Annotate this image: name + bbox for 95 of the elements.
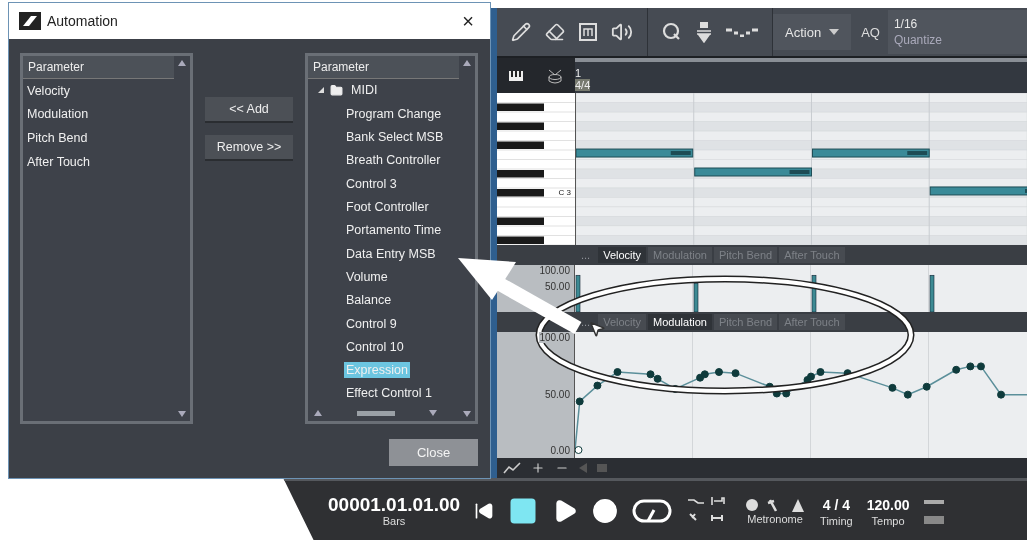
tree-item[interactable]: Foot Controller bbox=[344, 198, 431, 215]
automation-point[interactable] bbox=[966, 362, 975, 371]
tree-item[interactable]: Program Change bbox=[344, 105, 444, 122]
quantize-icon[interactable] bbox=[662, 22, 682, 42]
automation-point[interactable] bbox=[952, 365, 961, 374]
automation-point[interactable] bbox=[997, 390, 1006, 399]
tree-item[interactable]: Control 9 bbox=[344, 315, 399, 332]
dialog-button[interactable]: << Add bbox=[205, 97, 293, 123]
scroll-up-icon[interactable] bbox=[463, 60, 471, 66]
drum-icon[interactable] bbox=[547, 67, 563, 84]
tree-item[interactable]: Balance bbox=[344, 292, 394, 309]
time-display: 00001.01.01.00 bbox=[328, 494, 461, 515]
automation-point[interactable] bbox=[575, 446, 583, 454]
pattern-icon[interactable] bbox=[726, 27, 758, 37]
scale-label: 100.00 bbox=[539, 332, 570, 343]
tree-folder[interactable]: MIDI bbox=[308, 78, 459, 103]
time-unit-label: Bars bbox=[382, 514, 406, 527]
automation-point[interactable] bbox=[646, 370, 655, 379]
timing-label: Timing bbox=[820, 514, 853, 527]
automation-point[interactable] bbox=[903, 390, 912, 399]
list-item[interactable]: After Touch bbox=[25, 153, 92, 170]
tree-item[interactable]: Data Entry MSB bbox=[344, 245, 438, 262]
velocity-bar[interactable] bbox=[693, 282, 699, 312]
record-button[interactable] bbox=[592, 497, 619, 524]
line-tool-icon[interactable] bbox=[503, 462, 521, 474]
scroll-up-icon[interactable] bbox=[178, 60, 186, 66]
tempo-label: Tempo bbox=[871, 514, 905, 527]
automation-point[interactable] bbox=[782, 389, 791, 398]
metronome-label: Metronome bbox=[747, 512, 803, 525]
pencil-icon[interactable] bbox=[511, 22, 531, 42]
list-item[interactable]: Velocity bbox=[25, 82, 73, 99]
automation-point[interactable] bbox=[731, 369, 740, 378]
tree-item[interactable]: Effect Control 1 bbox=[344, 385, 434, 402]
tempo-value[interactable]: 120.00 bbox=[866, 494, 910, 515]
midi-note[interactable] bbox=[694, 167, 812, 177]
piano-keyboard-drawing[interactable] bbox=[497, 102, 575, 245]
bar-number: 1 bbox=[575, 67, 582, 79]
lane-tab[interactable]: Modulation bbox=[648, 314, 712, 330]
dialog-button[interactable]: Remove >> bbox=[205, 135, 293, 161]
midi-note[interactable] bbox=[812, 148, 930, 158]
scroll-down-icon[interactable] bbox=[463, 411, 471, 417]
automation-point[interactable] bbox=[700, 370, 709, 379]
scroll-right-icon[interactable] bbox=[429, 410, 437, 417]
action-menu[interactable]: Action bbox=[773, 14, 852, 50]
keyboard-icon[interactable] bbox=[509, 70, 523, 81]
scroll-down-icon[interactable] bbox=[178, 411, 186, 417]
list-header: Parameter bbox=[308, 56, 459, 79]
close-button[interactable]: × bbox=[456, 8, 480, 34]
folder-icon bbox=[330, 83, 343, 97]
tree-item[interactable]: Portamento Time bbox=[344, 222, 444, 239]
automation-point[interactable] bbox=[888, 383, 897, 392]
automation-point[interactable] bbox=[976, 362, 985, 371]
quantize-selector[interactable]: 1/16 Quantize bbox=[887, 10, 1027, 54]
timing-value[interactable]: 4 / 4 bbox=[822, 494, 850, 515]
lane-tab[interactable]: Velocity bbox=[598, 247, 647, 263]
velocity-bar[interactable] bbox=[929, 274, 935, 312]
scale-label: 100.00 bbox=[539, 265, 570, 276]
automation-point[interactable] bbox=[593, 381, 602, 390]
scale-label: 50.00 bbox=[544, 281, 570, 292]
scale-label: 50.00 bbox=[544, 389, 570, 400]
scroll-thumb[interactable] bbox=[356, 410, 395, 416]
dialog-title: Automation bbox=[47, 13, 119, 29]
tree-item[interactable]: Volume bbox=[344, 268, 390, 285]
list-item[interactable]: Modulation bbox=[25, 106, 91, 123]
automation-point[interactable] bbox=[772, 389, 781, 398]
humanize-icon[interactable] bbox=[696, 21, 712, 43]
list-item[interactable]: Pitch Bend bbox=[25, 130, 90, 146]
speaker-icon[interactable] bbox=[611, 21, 633, 43]
scroll-left-icon[interactable] bbox=[314, 410, 322, 417]
automation-point[interactable] bbox=[922, 382, 931, 391]
automation-point[interactable] bbox=[696, 373, 705, 382]
tree-item[interactable]: Control 3 bbox=[344, 175, 399, 192]
key-label: C 3 bbox=[558, 188, 571, 197]
auto-quantize-button[interactable]: AQ bbox=[851, 24, 888, 40]
velocity-bar[interactable] bbox=[811, 274, 817, 312]
caret-icon bbox=[829, 29, 840, 35]
scale-label: 0.00 bbox=[550, 445, 570, 456]
tree-item[interactable]: Breath Controller bbox=[344, 152, 443, 169]
eraser-icon[interactable] bbox=[545, 22, 565, 42]
automation-point[interactable] bbox=[613, 368, 622, 377]
automation-point[interactable] bbox=[575, 397, 584, 406]
automation-point[interactable] bbox=[807, 372, 816, 381]
automation-point[interactable] bbox=[653, 374, 662, 383]
app-logo-icon bbox=[19, 12, 41, 30]
automation-point[interactable] bbox=[816, 368, 825, 377]
tree-item[interactable]: Bank Select MSB bbox=[344, 129, 446, 146]
time-signature: 4/4 bbox=[575, 79, 591, 91]
metronome-icons[interactable] bbox=[744, 496, 807, 513]
list-header: Parameter bbox=[23, 56, 174, 79]
expand-triangle-icon[interactable] bbox=[318, 87, 324, 94]
tree-item[interactable]: Control 10 bbox=[344, 338, 406, 355]
zoom-in-icon[interactable] bbox=[531, 461, 545, 475]
loop-button[interactable] bbox=[632, 497, 673, 524]
automation-point[interactable] bbox=[715, 368, 723, 377]
mute-tool-icon[interactable] bbox=[579, 23, 597, 41]
